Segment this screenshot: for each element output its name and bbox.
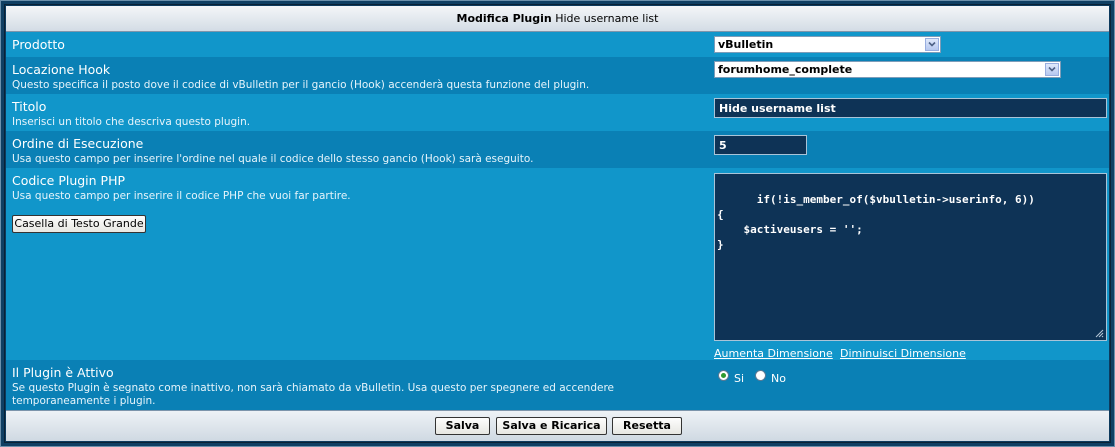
active-no-radio[interactable] bbox=[755, 370, 766, 381]
header-plugin-name: Hide username list bbox=[555, 12, 659, 25]
php-code-description: Usa questo campo per inserire il codice … bbox=[12, 190, 351, 202]
order-label: Ordine di Esecuzione bbox=[12, 136, 144, 151]
large-textbox-button[interactable]: Casella di Testo Grande bbox=[12, 215, 146, 233]
active-yes-label: Si bbox=[734, 372, 745, 385]
window-frame: Modifica Plugin Hide username list Prodo… bbox=[0, 0, 1115, 447]
resize-grip-icon[interactable] bbox=[1095, 329, 1104, 338]
hook-description: Questo specifica il posto dove il codice… bbox=[12, 79, 590, 91]
php-code-textarea[interactable]: if(!is_member_of($vbulletin->userinfo, 6… bbox=[714, 173, 1107, 341]
active-row: Il Plugin è Attivo Se questo Plugin è se… bbox=[6, 360, 1109, 410]
active-label: Il Plugin è Attivo bbox=[12, 365, 114, 380]
product-row: Prodotto vBulletin bbox=[6, 32, 1109, 57]
chevron-down-icon[interactable] bbox=[925, 38, 939, 51]
chevron-down-icon[interactable] bbox=[1045, 63, 1059, 76]
product-label: Prodotto bbox=[12, 37, 65, 52]
form-header: Modifica Plugin Hide username list bbox=[6, 6, 1109, 32]
hook-select-value: forumhome_complete bbox=[718, 63, 853, 76]
active-yes-radio[interactable] bbox=[718, 370, 729, 381]
decrease-size-link[interactable]: Diminuisci Dimensione bbox=[840, 347, 966, 360]
title-description: Inserisci un titolo che descriva questo … bbox=[12, 116, 251, 128]
save-reload-button[interactable]: Salva e Ricarica bbox=[496, 417, 607, 435]
order-row: Ordine di Esecuzione Usa questo campo pe… bbox=[6, 131, 1109, 168]
product-select-value: vBulletin bbox=[718, 38, 774, 51]
title-row: Titolo Inserisci un titolo che descriva … bbox=[6, 94, 1109, 131]
increase-size-link[interactable]: Aumenta Dimensione bbox=[714, 347, 833, 360]
reset-button[interactable]: Resetta bbox=[612, 417, 682, 435]
php-code-label: Codice Plugin PHP bbox=[12, 173, 126, 188]
order-input[interactable]: 5 bbox=[714, 135, 807, 155]
title-input[interactable]: Hide username list bbox=[714, 98, 1107, 118]
header-title: Modifica Plugin bbox=[456, 12, 552, 25]
hook-label: Locazione Hook bbox=[12, 62, 111, 77]
order-description: Usa questo campo per inserire l'ordine n… bbox=[12, 153, 534, 165]
active-description: Se questo Plugin è segnato come inattivo… bbox=[12, 382, 615, 407]
plugin-form: Modifica Plugin Hide username list Prodo… bbox=[4, 4, 1111, 443]
php-code-text: if(!is_member_of($vbulletin->userinfo, 6… bbox=[717, 193, 1035, 251]
hook-select[interactable]: forumhome_complete bbox=[714, 61, 1061, 78]
save-button[interactable]: Salva bbox=[435, 417, 490, 435]
title-label: Titolo bbox=[12, 99, 47, 114]
active-no-label: No bbox=[771, 372, 786, 385]
php-code-row: Codice Plugin PHP Usa questo campo per i… bbox=[6, 168, 1109, 360]
hook-row: Locazione Hook Questo specifica il posto… bbox=[6, 57, 1109, 94]
form-footer: Salva Salva e Ricarica Resetta bbox=[6, 410, 1109, 441]
radio-selected-dot bbox=[721, 373, 726, 378]
product-select[interactable]: vBulletin bbox=[714, 36, 941, 53]
